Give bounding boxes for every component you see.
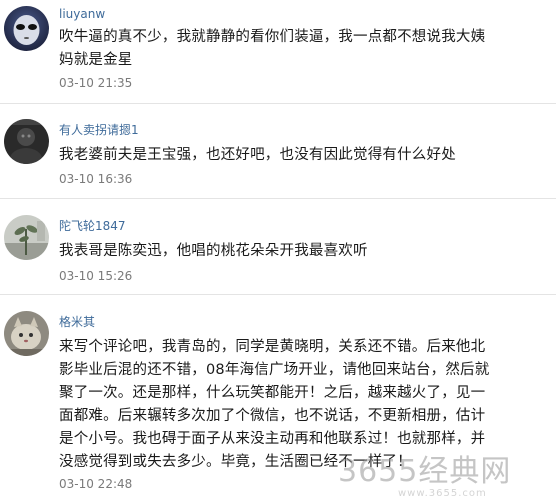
comment-username[interactable]: liuyanw [59,6,105,22]
comment-timestamp: 03-10 21:35 [59,76,133,90]
cat-photo-avatar-image [4,311,49,356]
comment-timestamp: 03-10 22:48 [59,477,133,491]
comment-divider [0,198,556,199]
dark-portrait-avatar-image [4,119,49,164]
comment-username[interactable]: 格米其 [59,314,95,330]
comment-content: 我老婆前夫是王宝强，也还好吧，也没有因此觉得有什么好处 [59,147,456,163]
comment-divider [0,103,556,104]
comment-item: 陀飞轮1847 我表哥是陈奕迅，他唱的桃花朵朵开我最喜欢听 03-10 15:2… [0,215,556,295]
comment-list: liuyanw 吹牛逼的真不少，我就静静的看你们装逼，我一点都不想说我大姨 妈就… [0,0,556,503]
comment-item: 有人卖拐请摁1 我老婆前夫是王宝强，也还好吧，也没有因此觉得有什么好处 03-1… [0,119,556,199]
comment-item: 格米其 来写个评论吧，我青岛的，同学是黄晓明，关系还不错。后来他北 影毕业后混的… [0,311,556,503]
comment-timestamp: 03-10 15:26 [59,269,133,283]
plant-photo-avatar[interactable] [4,215,49,260]
comment-content: 我表哥是陈奕迅，他唱的桃花朵朵开我最喜欢听 [59,243,368,259]
comment-username[interactable]: 有人卖拐请摁1 [59,122,139,138]
alien-avatar-image [4,6,49,51]
plant-photo-avatar-image [4,215,49,260]
dark-portrait-avatar[interactable] [4,119,49,164]
comment-content: 来写个评论吧，我青岛的，同学是黄晓明，关系还不错。后来他北 影毕业后混的还不错，… [59,339,490,470]
comment-item: liuyanw 吹牛逼的真不少，我就静静的看你们装逼，我一点都不想说我大姨 妈就… [0,6,556,104]
comment-username[interactable]: 陀飞轮1847 [59,218,126,234]
comment-divider [0,294,556,295]
alien-avatar[interactable] [4,6,49,51]
cat-photo-avatar[interactable] [4,311,49,356]
comment-content: 吹牛逼的真不少，我就静静的看你们装逼，我一点都不想说我大姨 妈就是金星 [59,29,486,68]
comment-timestamp: 03-10 16:36 [59,172,133,186]
